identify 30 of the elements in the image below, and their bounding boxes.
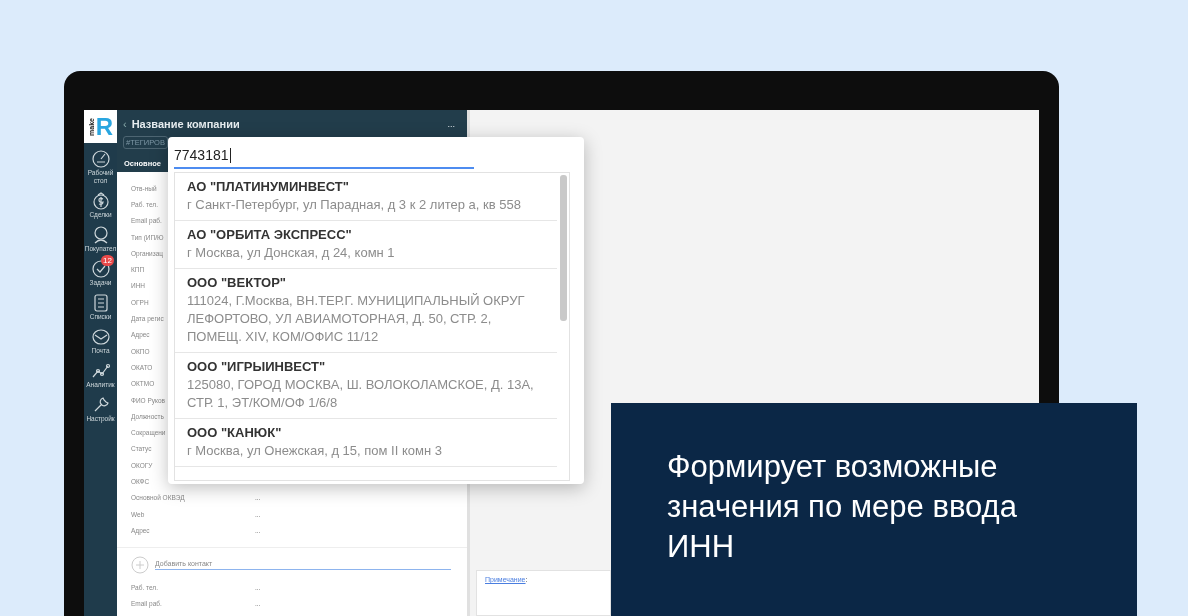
back-button[interactable]: ‹ [123,118,127,130]
company-title: Название компании [131,118,241,130]
count-badge: 12 [101,255,114,266]
more-button[interactable]: ... [447,119,455,129]
company-address: 125080, ГОРОД МОСКВА, Ш. ВОЛОКОЛАМСКОЕ, Д. 13А, СТР. 1, ЭТ/КОМ/ОФ 1/6/8 [187,376,535,412]
suggestion-item[interactable]: ООО "ВЕКТОР" 111024, Г.Москва, ВН.ТЕР.Г. МУНИЦИПАЛЬНЫЙ ОКРУГ ЛЕФОРТОВО, УЛ АВИАМОТОРНАЯ, Д. 50, СТР. 2, ПОМЕЩ. XIV, КОМ/ОФИС 11/12 [175,269,557,353]
company-name: АО "ПЛАТИНУМИНВЕСТ" [187,178,350,196]
scrollbar[interactable] [560,175,567,321]
company-address: г Москва, ул Донская, д 24, комн 1 [187,244,396,262]
suggestion-item[interactable]: ООО "КАНЮК" г Москва, ул Онежская, д 15, пом II комн 3 [175,419,557,467]
text-cursor [229,147,231,163]
company-name: ООО "КАНЮК" [187,424,283,442]
suggestion-item[interactable]: АО "ОРБИТА ЭКСПРЕСС" г Москва, ул Донская, д 24, комн 1 [175,221,557,269]
callout-text: Формирует возможные значения по мере ввода ИНН [667,448,1018,566]
company-address: 111024, Г.Москва, ВН.ТЕР.Г. МУНИЦИПАЛЬНЫЙ ОКРУГ ЛЕФОРТОВО, УЛ АВИАМОТОРНАЯ, Д. 50, СТР. 2, ПОМЕЩ. XIV, КОМ/ОФИС 11/12 [187,292,526,346]
search-field[interactable]: 7743181 [174,143,474,169]
plus-icon[interactable] [131,555,149,574]
company-name: ООО "ИГРЫИНВЕСТ" [187,358,327,376]
search-text: 7743181 [174,147,229,163]
checkmark-icon [90,259,111,279]
coin-icon [90,191,111,211]
envelope-icon [90,327,111,347]
suggestion-item[interactable]: ООО "ИГРЫИНВЕСТ" 125080, ГОРОД МОСКВА, Ш. ВОЛОКОЛАМСКОЕ, Д. 13А, СТР. 1, ЭТ/КОМ/ОФ 1/6/8 [175,353,557,419]
company-address: г Москва, ул Онежская, д 15, пом II комн 3 [187,442,443,460]
suggestion-item[interactable]: АО "ПЛАТИНУМИНВЕСТ" г Санкт-Петербург, ул Парадная, д 3 к 2 литер а, кв 558 [175,173,557,221]
gauge-icon [90,149,111,169]
company-name: АО "ОРБИТА ЭКСПРЕСС" [187,226,353,244]
company-address: г Санкт-Петербург, ул Парадная, д 3 к 2 литер а, кв 558 [187,196,522,214]
logo-letter: R [95,114,114,139]
company-name: ООО "ВЕКТОР" [187,274,287,292]
